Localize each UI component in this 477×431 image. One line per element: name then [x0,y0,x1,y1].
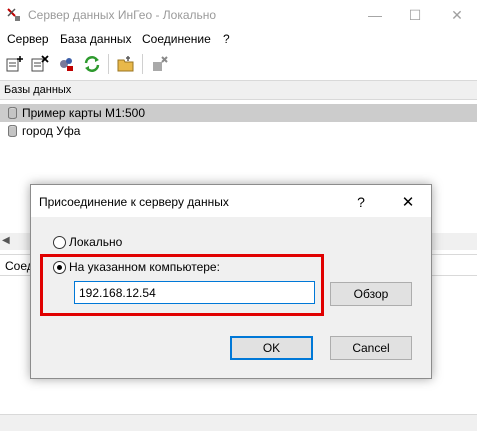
window-title: Сервер данных ИнГео - Локально [28,8,217,22]
menu-database[interactable]: База данных [60,32,131,46]
close-window-button[interactable]: ✕ [437,0,477,30]
radio-local[interactable] [53,235,66,249]
dialog-help-button[interactable]: ? [349,191,373,213]
dialog-title-bar: Присоединение к серверу данных ? ✕ [31,185,431,217]
app-icon [7,8,20,21]
db-settings-icon[interactable] [56,54,76,74]
ok-button[interactable]: OK [230,336,313,360]
browse-button[interactable]: Обзор [330,282,412,306]
databases-header: Базы данных [0,80,477,100]
dialog-title: Присоединение к серверу данных [39,195,229,209]
radio-local-label[interactable]: Локально [69,235,122,249]
radio-remote[interactable] [53,260,66,274]
radio-local-option[interactable]: Локально [53,234,122,250]
maximize-button[interactable]: ☐ [395,0,435,30]
minimize-button[interactable]: — [355,0,395,30]
radio-remote-label[interactable]: На указанном компьютере: [69,260,220,274]
add-db-icon[interactable] [5,54,25,74]
disconnect-icon[interactable] [150,54,170,74]
menu-bar: Сервер База данных Соединение ? [0,30,477,48]
dialog-close-button[interactable]: ✕ [393,190,423,214]
connect-dialog: Присоединение к серверу данных ? ✕ Локал… [30,184,432,379]
status-bar [0,414,477,431]
menu-server[interactable]: Сервер [7,32,49,46]
scroll-left-arrow-icon[interactable]: ◀ [2,235,10,246]
toolbar [0,50,477,78]
database-item-label: город Уфа [22,124,81,138]
database-icon [8,125,17,137]
database-icon [8,107,17,119]
refresh-icon[interactable] [82,54,102,74]
toolbar-separator [108,54,109,74]
title-bar: Сервер данных ИнГео - Локально — ☐ ✕ [0,0,477,30]
host-address-input[interactable] [74,281,315,304]
menu-connection[interactable]: Соединение [142,32,211,46]
databases-header-label: Базы данных [4,84,72,96]
delete-db-icon[interactable] [30,54,50,74]
database-item[interactable]: город Уфа [0,122,477,140]
database-item[interactable]: Пример карты М1:500 [0,104,477,122]
folder-icon[interactable] [116,54,136,74]
cancel-button[interactable]: Cancel [330,336,412,360]
menu-help[interactable]: ? [223,32,230,46]
database-item-label: Пример карты М1:500 [22,106,146,120]
radio-remote-option[interactable]: На указанном компьютере: [53,259,220,275]
toolbar-separator [142,54,143,74]
